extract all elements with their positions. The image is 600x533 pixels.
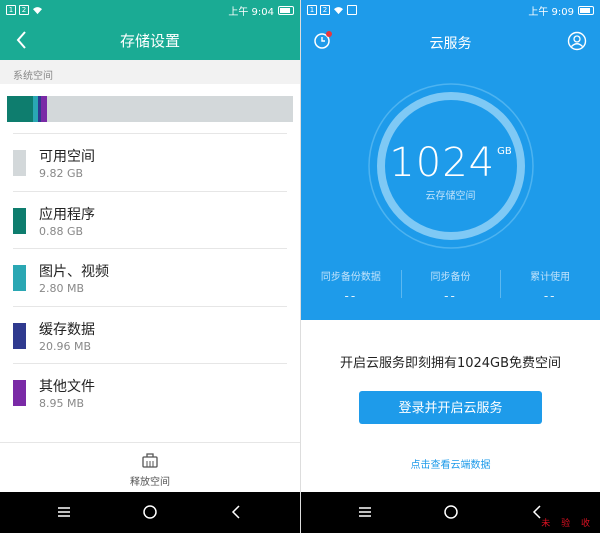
watermark: 未 验 收 — [541, 519, 594, 529]
color-swatch — [13, 322, 26, 349]
storage-name: 缓存数据 — [39, 321, 95, 338]
stat-label: 累计使用 — [530, 272, 571, 283]
stat-item: 累计使用 -- — [500, 268, 600, 303]
color-swatch — [13, 207, 26, 234]
sim1-icon: 1 — [307, 5, 317, 15]
menu-icon[interactable] — [56, 504, 72, 520]
storage-size: 2.80 MB — [39, 282, 85, 295]
storage-row[interactable]: 可用空间 9.82 GB — [13, 133, 287, 191]
back-icon[interactable] — [228, 504, 244, 520]
status-bar: 1 2 上午 9:09 — [301, 0, 600, 20]
storage-row[interactable]: 其他文件 8.95 MB — [13, 363, 287, 421]
release-space-label: 释放空间 — [130, 477, 170, 488]
view-cloud-data-link[interactable]: 点击查看云端数据 — [301, 456, 600, 471]
color-swatch — [13, 380, 26, 406]
status-time: 上午 9:09 — [528, 6, 574, 18]
storage-row[interactable]: 缓存数据 20.96 MB — [13, 305, 287, 364]
sim2-icon: 2 — [320, 5, 330, 15]
menu-icon[interactable] — [357, 504, 373, 520]
storage-size: 9.82 GB — [39, 167, 84, 180]
status-time: 上午 9:04 — [228, 6, 274, 18]
wifi-icon — [334, 6, 343, 14]
battery-icon — [578, 5, 594, 15]
section-label: 系统空间 — [13, 71, 53, 82]
promo-text: 开启云服务即刻拥有1024GB免费空间 — [339, 356, 562, 371]
login-enable-cloud-button[interactable]: 登录并开启云服务 — [359, 391, 542, 424]
stats-row: 同步备份数据 -- 同步备份 -- 累计使用 -- — [301, 268, 600, 303]
cloud-hero: 1 2 上午 9:09 云服务 1024 GB 云存储空间 同步备份数据 -- … — [301, 0, 600, 320]
release-space-button[interactable]: 释放空间 — [0, 442, 300, 492]
storage-name: 可用空间 — [39, 149, 95, 165]
storage-row[interactable]: 图片、视频 2.80 MB — [13, 248, 287, 306]
account-icon[interactable] — [567, 31, 587, 51]
status-bar: 1 2 上午 9:04 — [0, 0, 300, 20]
stat-item: 同步备份 -- — [400, 268, 501, 303]
storage-name: 图片、视频 — [39, 264, 109, 280]
color-swatch — [13, 150, 26, 176]
storage-size: 8.95 MB — [39, 397, 85, 410]
cloud-service-screen: 1 2 上午 9:09 云服务 1024 GB 云存储空间 同步备份数据 -- … — [301, 0, 600, 533]
page-title: 存储设置 — [119, 32, 180, 50]
stat-value: -- — [344, 289, 358, 303]
usage-segment — [41, 96, 48, 122]
stat-item: 同步备份数据 -- — [301, 268, 401, 303]
battery-icon — [278, 5, 294, 15]
navigation-bar: 未 验 收 — [301, 492, 600, 533]
storage-name: 应用程序 — [39, 206, 95, 223]
storage-name: 其他文件 — [39, 379, 95, 395]
home-icon[interactable] — [443, 504, 459, 520]
stat-value: -- — [543, 289, 557, 303]
storage-size: 0.88 GB — [39, 224, 84, 238]
usage-segment — [7, 96, 33, 122]
capacity-display: 1024 GB — [301, 140, 600, 186]
stat-label: 同步备份数据 — [320, 272, 381, 283]
color-swatch — [13, 265, 26, 291]
broom-icon — [142, 453, 158, 468]
navigation-bar — [0, 492, 300, 533]
storage-row[interactable]: 应用程序 0.88 GB — [13, 190, 287, 249]
stat-label: 同步备份 — [430, 272, 471, 283]
page-title: 云服务 — [429, 36, 472, 52]
storage-list: 可用空间 9.82 GB 应用程序 0.88 GB 图片、视频 2.80 MB 缓存数据 20… — [0, 133, 300, 421]
storage-usage-bar — [7, 96, 293, 122]
stat-value: -- — [444, 289, 457, 303]
capacity-unit: GB — [497, 146, 512, 157]
wifi-icon — [33, 6, 42, 14]
image-icon — [347, 5, 357, 15]
capacity-value: 1024 — [389, 140, 496, 186]
sim1-icon: 1 — [6, 5, 16, 15]
home-icon[interactable] — [142, 504, 158, 520]
storage-settings-screen: 1 2 上午 9:04 存储设置 系统空间 可用空间 9.82 GB 应用程序 0.8… — [0, 0, 300, 533]
screens: 1 2 上午 9:04 存储设置 系统空间 可用空间 9.82 GB 应用程序 0.8… — [0, 0, 600, 533]
capacity-caption: 云存储空间 — [425, 191, 476, 202]
header: 存储设置 — [0, 20, 300, 60]
sim2-icon: 2 — [19, 5, 29, 15]
storage-size: 20.96 MB — [39, 339, 92, 353]
